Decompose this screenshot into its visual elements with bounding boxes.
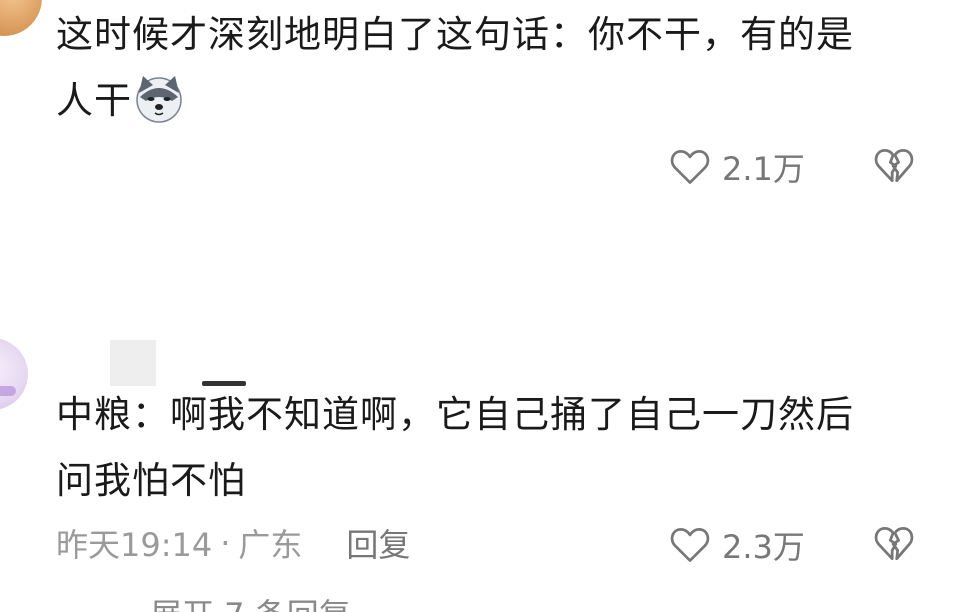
avatar[interactable]	[0, 338, 28, 410]
heart-outline-icon	[670, 150, 710, 184]
comment-text: 中粮：啊我不知道啊，它自己捅了自己一刀然后 问我怕不怕	[56, 382, 936, 514]
expand-replies-link[interactable]: 展开 7 条回复	[150, 590, 351, 612]
dislike-button[interactable]	[872, 522, 916, 566]
comment-location: 广东	[238, 526, 303, 564]
comment-line-2: 人干	[56, 68, 936, 134]
placeholder-block	[110, 340, 156, 386]
like-count: 2.3万	[722, 528, 805, 566]
comment-line-2: 问我怕不怕	[56, 459, 246, 502]
heart-outline-icon	[670, 528, 710, 562]
husky-dog-emoji-icon	[136, 76, 182, 123]
comment-line-2-text: 人干	[56, 79, 132, 122]
like-button[interactable]: 2.1万	[668, 144, 805, 190]
comment-line-1: 中粮：啊我不知道啊，它自己捅了自己一刀然后	[56, 393, 854, 436]
meta-separator: ·	[220, 524, 231, 562]
comment-text: 这时候才深刻地明白了这句话：你不干，有的是 人干	[56, 2, 936, 134]
comment-list: 这时候才深刻地明白了这句话：你不干，有的是 人干 2.1万 中粮：啊我不知道啊，…	[0, 0, 969, 612]
broken-heart-icon	[874, 527, 914, 561]
like-button[interactable]: 2.3万	[668, 522, 805, 568]
comment-meta: 昨天19:14 · 广东 回复	[56, 520, 410, 566]
comment-line-1: 这时候才深刻地明白了这句话：你不干，有的是	[56, 13, 854, 56]
avatar[interactable]	[0, 0, 42, 36]
dislike-button[interactable]	[872, 144, 916, 188]
reply-button[interactable]: 回复	[346, 520, 410, 566]
like-count: 2.1万	[722, 150, 805, 188]
comment-time: 昨天19:14	[56, 526, 213, 564]
broken-heart-icon	[874, 149, 914, 183]
